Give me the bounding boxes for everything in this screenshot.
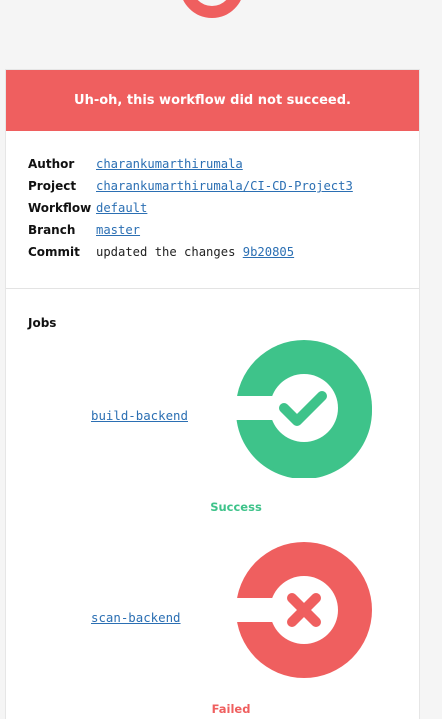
detail-row-author: Author charankumarthirumala	[28, 153, 353, 175]
branch-link[interactable]: master	[96, 223, 140, 237]
job-link-scan-backend[interactable]: scan-backend	[91, 610, 181, 625]
job-status-scan-backend: Failed	[211, 702, 251, 716]
detail-key: Project	[28, 179, 77, 193]
workflow-status-logo-icon	[176, 0, 248, 22]
success-check-icon	[234, 338, 374, 479]
detail-row-project: Project charankumarthirumala/CI-CD-Proje…	[28, 175, 353, 197]
commit-link[interactable]: 9b20805	[243, 245, 294, 259]
workflow-card: Uh-oh, this workflow did not succeed. Au…	[5, 69, 420, 719]
detail-row-workflow: Workflow default	[28, 197, 353, 219]
detail-key: Workflow	[28, 201, 92, 215]
detail-key: Author	[28, 157, 75, 171]
job-status-build-backend: Success	[210, 500, 262, 514]
detail-key: Commit	[28, 245, 80, 259]
detail-row-branch: Branch master	[28, 219, 353, 241]
job-link-build-backend[interactable]: build-backend	[91, 408, 188, 423]
workflow-details: Author charankumarthirumala Project char…	[6, 131, 419, 289]
author-link[interactable]: charankumarthirumala	[96, 157, 243, 171]
detail-row-commit: Commit updated the changes 9b20805	[28, 241, 353, 263]
detail-key: Branch	[28, 223, 76, 237]
failed-x-icon	[234, 540, 374, 680]
commit-message: updated the changes	[96, 245, 243, 259]
workflow-link[interactable]: default	[96, 201, 147, 215]
jobs-heading: Jobs	[28, 316, 57, 330]
project-link[interactable]: charankumarthirumala/CI-CD-Project3	[96, 179, 353, 193]
failure-banner: Uh-oh, this workflow did not succeed.	[6, 70, 419, 131]
